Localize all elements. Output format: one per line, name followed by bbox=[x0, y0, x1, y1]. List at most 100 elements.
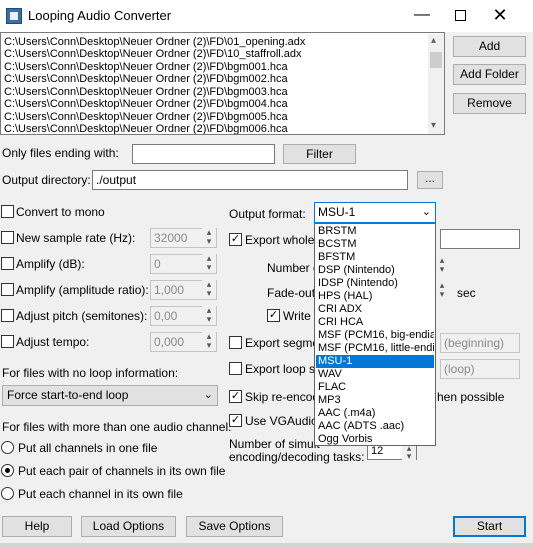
format-option[interactable]: CRI ADX bbox=[316, 303, 434, 316]
amplify-db-label: Amplify (dB): bbox=[16, 257, 85, 271]
browse-button[interactable]: ... bbox=[417, 171, 443, 189]
pitch-label: Adjust pitch (semitones): bbox=[16, 309, 148, 323]
list-scrollbar[interactable] bbox=[428, 34, 444, 134]
format-option[interactable]: HPS (HAL) bbox=[316, 290, 434, 303]
format-option[interactable]: DSP (Nintendo) bbox=[316, 264, 434, 277]
number-loops-stepper[interactable] bbox=[435, 256, 449, 275]
load-options-button[interactable]: Load Options bbox=[81, 516, 176, 537]
list-item[interactable]: C:\Users\Conn\Desktop\Neuer Ordner (2)\F… bbox=[4, 48, 302, 60]
skip-reencode-checkbox[interactable] bbox=[229, 390, 242, 403]
stepper-down-icon[interactable] bbox=[202, 289, 216, 298]
export-whole-input[interactable] bbox=[440, 229, 520, 249]
export-segment-label: Export segme bbox=[245, 336, 320, 350]
file-list[interactable]: C:\Users\Conn\Desktop\Neuer Ordner (2)\F… bbox=[0, 32, 445, 135]
convert-mono-label: Convert to mono bbox=[16, 205, 105, 219]
output-dir-input[interactable]: ./output bbox=[92, 170, 408, 190]
stepper-down-icon[interactable] bbox=[202, 315, 216, 324]
amplify-ratio-checkbox[interactable] bbox=[1, 283, 14, 296]
stepper-down-icon[interactable] bbox=[402, 452, 416, 460]
format-option[interactable]: BCSTM bbox=[316, 238, 434, 251]
format-option[interactable]: AAC (ADTS .aac) bbox=[316, 420, 434, 433]
output-format-dropdown[interactable]: BRSTM BCSTM BFSTM DSP (Nintendo) IDSP (N… bbox=[314, 223, 436, 446]
amplify-db-checkbox[interactable] bbox=[1, 257, 14, 270]
list-item[interactable]: C:\Users\Conn\Desktop\Neuer Ordner (2)\F… bbox=[4, 86, 288, 98]
radio-all-channels[interactable] bbox=[1, 441, 14, 454]
add-button[interactable]: Add bbox=[453, 36, 526, 57]
filter-button[interactable]: Filter bbox=[283, 144, 356, 164]
list-item[interactable]: C:\Users\Conn\Desktop\Neuer Ordner (2)\F… bbox=[4, 61, 288, 73]
convert-mono-checkbox[interactable] bbox=[1, 205, 14, 218]
stepper-down-icon[interactable] bbox=[202, 263, 216, 272]
export-whole-label: Export whole s bbox=[245, 233, 324, 247]
pitch-stepper[interactable] bbox=[202, 306, 216, 325]
stepper-down-icon[interactable] bbox=[435, 290, 449, 299]
list-item[interactable]: C:\Users\Conn\Desktop\Neuer Ordner (2)\F… bbox=[4, 123, 288, 134]
remove-button[interactable]: Remove bbox=[453, 93, 526, 114]
list-item[interactable]: C:\Users\Conn\Desktop\Neuer Ordner (2)\F… bbox=[4, 111, 288, 123]
sample-rate-stepper[interactable] bbox=[202, 228, 216, 247]
write-loop-checkbox[interactable] bbox=[267, 309, 280, 322]
title-bar[interactable]: Looping Audio Converter — ✕ bbox=[0, 0, 533, 32]
format-option-selected[interactable]: MSU-1 bbox=[316, 355, 434, 368]
radio-each-channel[interactable] bbox=[1, 487, 14, 500]
stepper-down-icon[interactable] bbox=[435, 265, 449, 274]
start-button[interactable]: Start bbox=[453, 516, 526, 537]
loop-segment-input[interactable]: (loop) bbox=[440, 359, 520, 379]
output-format-label: Output format: bbox=[229, 207, 306, 221]
app-icon bbox=[6, 8, 22, 24]
amplify-db-stepper[interactable] bbox=[202, 254, 216, 273]
help-button[interactable]: Help bbox=[2, 516, 72, 537]
radio-pair-channels[interactable] bbox=[1, 464, 14, 477]
fadeout-stepper[interactable] bbox=[435, 281, 449, 300]
scroll-thumb[interactable] bbox=[430, 52, 442, 68]
export-loop-checkbox[interactable] bbox=[229, 362, 242, 375]
output-format-selected: MSU-1 bbox=[318, 205, 356, 219]
use-vgaudio-label: Use VGAudio bbox=[245, 414, 318, 428]
list-item[interactable]: C:\Users\Conn\Desktop\Neuer Ordner (2)\F… bbox=[4, 73, 288, 85]
format-option[interactable]: MSF (PCM16, big-endian) bbox=[316, 329, 434, 342]
radio-pair-channels-label: Put each pair of channels in its own fil… bbox=[18, 464, 226, 478]
sec-label: sec bbox=[457, 286, 476, 300]
scroll-up-icon[interactable] bbox=[431, 35, 436, 46]
close-button[interactable]: ✕ bbox=[480, 0, 520, 32]
use-vgaudio-checkbox[interactable] bbox=[229, 414, 242, 427]
maximize-icon bbox=[454, 10, 466, 21]
format-option[interactable]: Ogg Vorbis bbox=[316, 433, 434, 445]
list-item[interactable]: C:\Users\Conn\Desktop\Neuer Ordner (2)\F… bbox=[4, 98, 288, 110]
save-options-button[interactable]: Save Options bbox=[186, 516, 283, 537]
taskbar-strip bbox=[0, 543, 533, 548]
simultaneous-label-2: encoding/decoding tasks: bbox=[229, 450, 365, 464]
write-loop-label: Write l bbox=[283, 309, 317, 323]
export-segment-checkbox[interactable] bbox=[229, 336, 242, 349]
simultaneous-stepper[interactable] bbox=[402, 444, 416, 460]
format-option[interactable]: BFSTM bbox=[316, 251, 434, 264]
no-loop-label: For files with no loop information: bbox=[2, 366, 179, 380]
filter-input[interactable] bbox=[132, 144, 275, 164]
output-format-select[interactable]: MSU-1 ⌄ bbox=[314, 202, 436, 223]
maximize-button[interactable] bbox=[440, 0, 480, 32]
format-option[interactable]: AAC (.m4a) bbox=[316, 407, 434, 420]
stepper-down-icon[interactable] bbox=[202, 341, 216, 350]
minimize-button[interactable]: — bbox=[402, 0, 442, 32]
scroll-down-icon[interactable] bbox=[431, 120, 436, 131]
amplify-ratio-stepper[interactable] bbox=[202, 280, 216, 299]
sample-rate-checkbox[interactable] bbox=[1, 231, 14, 244]
no-loop-select[interactable]: Force start-to-end loop ⌄ bbox=[2, 385, 218, 406]
pitch-checkbox[interactable] bbox=[1, 309, 14, 322]
format-option[interactable]: FLAC bbox=[316, 381, 434, 394]
format-option[interactable]: MP3 bbox=[316, 394, 434, 407]
sample-rate-label: New sample rate (Hz): bbox=[16, 231, 136, 245]
format-option[interactable]: MSF (PCM16, little-endian) bbox=[316, 342, 434, 355]
add-folder-button[interactable]: Add Folder bbox=[453, 64, 526, 85]
format-option[interactable]: BRSTM bbox=[316, 225, 434, 238]
format-option[interactable]: CRI HCA bbox=[316, 316, 434, 329]
format-option[interactable]: IDSP (Nintendo) bbox=[316, 277, 434, 290]
export-whole-checkbox[interactable] bbox=[229, 233, 242, 246]
segment-start-input[interactable]: (beginning) bbox=[440, 333, 520, 353]
amplify-ratio-label: Amplify (amplitude ratio): bbox=[16, 283, 149, 297]
tempo-stepper[interactable] bbox=[202, 332, 216, 351]
format-option[interactable]: WAV bbox=[316, 368, 434, 381]
tempo-checkbox[interactable] bbox=[1, 335, 14, 348]
list-item[interactable]: C:\Users\Conn\Desktop\Neuer Ordner (2)\F… bbox=[4, 36, 305, 48]
stepper-down-icon[interactable] bbox=[202, 237, 216, 246]
